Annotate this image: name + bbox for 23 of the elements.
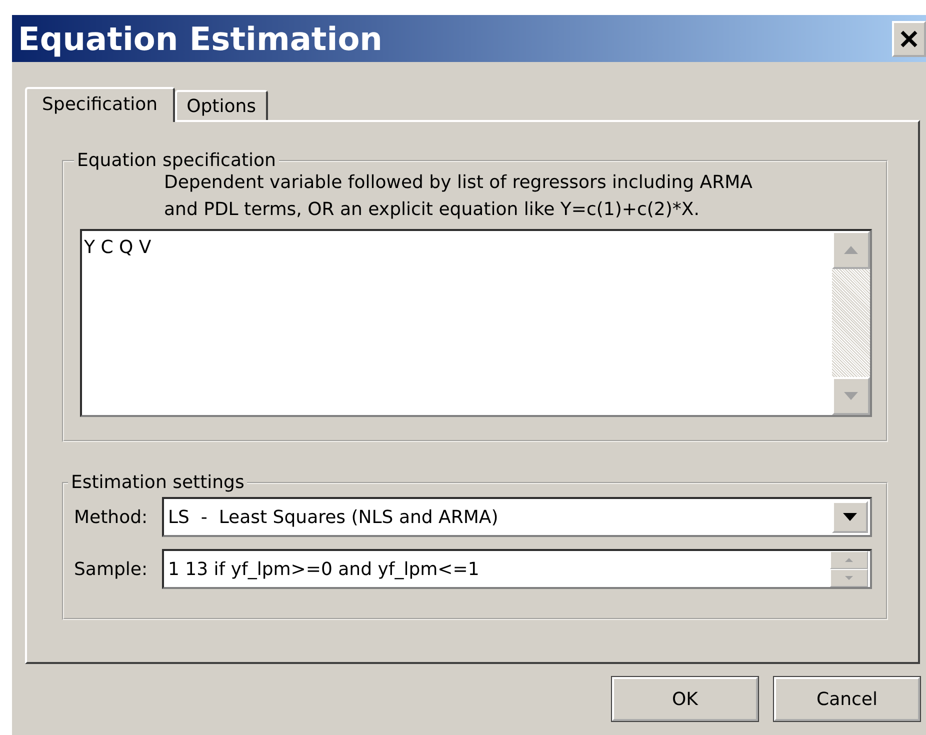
- scroll-bar[interactable]: [832, 231, 870, 415]
- close-button[interactable]: [892, 20, 926, 56]
- group-title: Equation specification: [76, 150, 277, 171]
- equation-field[interactable]: Y C Q V: [80, 229, 872, 417]
- sample-label: Sample:: [74, 558, 149, 580]
- window-title: Equation Estimation: [18, 20, 382, 58]
- ok-button[interactable]: OK: [612, 677, 758, 721]
- scroll-up-button[interactable]: [832, 231, 870, 269]
- cancel-button[interactable]: Cancel: [774, 677, 920, 721]
- down-arrow-icon: [844, 392, 858, 400]
- dropdown-arrow-icon: [843, 513, 857, 521]
- tab[interactable]: Options: [174, 90, 268, 120]
- up-arrow-icon: [844, 246, 858, 254]
- hint-text: Dependent variable followed by list of regressors including ARMA: [164, 171, 754, 195]
- group-title: Estimation settings: [70, 472, 246, 493]
- scroll-down-button[interactable]: [832, 377, 870, 415]
- spinner[interactable]: [830, 551, 868, 587]
- sample-field[interactable]: 1 13 if yf_lpm>=0 and yf_lpm<=1: [162, 549, 872, 589]
- hint-text: and PDL terms, OR an explicit equation like Y=c(1)+c(2)*X.: [164, 198, 700, 222]
- method-label: Method:: [74, 506, 149, 528]
- close-icon: [899, 28, 919, 48]
- tab[interactable]: Specification: [25, 87, 175, 122]
- method-dropdown[interactable]: LS - Least Squares (NLS and ARMA): [162, 497, 872, 537]
